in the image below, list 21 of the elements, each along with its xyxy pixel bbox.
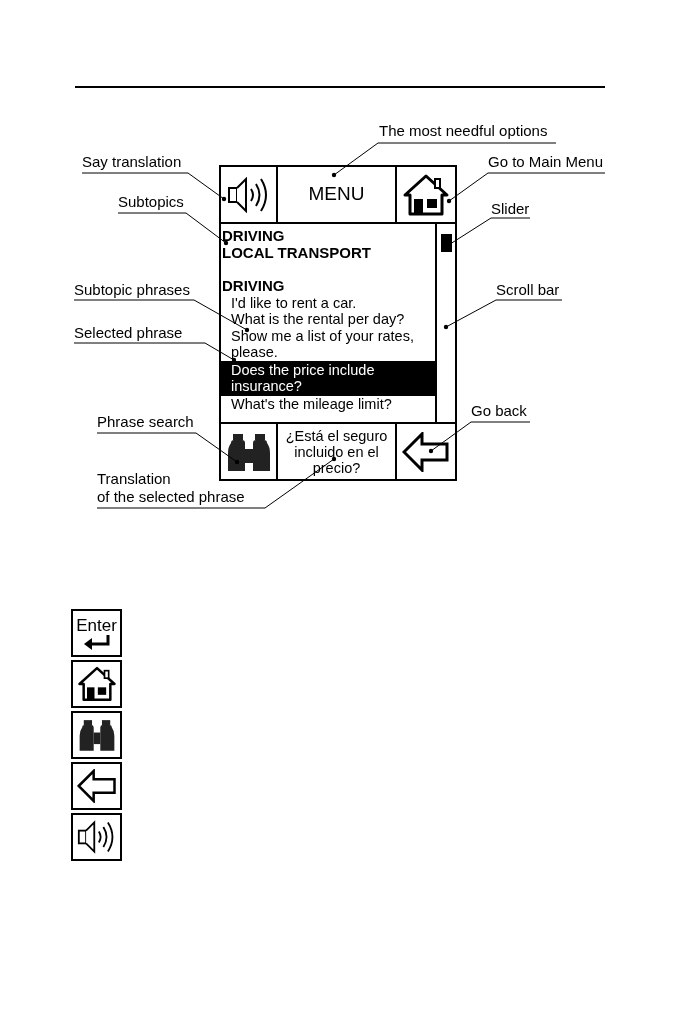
callout-label: The most needful options bbox=[379, 122, 548, 140]
menu-button[interactable]: MENU bbox=[278, 167, 395, 222]
binoculars-icon bbox=[71, 711, 122, 759]
callout-label: Subtopics bbox=[118, 193, 184, 211]
phrase-item[interactable]: Does the price include insurance? bbox=[221, 360, 435, 396]
callout-label: Slider bbox=[491, 200, 530, 218]
section-heading: DRIVING bbox=[221, 278, 286, 295]
speaker-icon bbox=[71, 813, 122, 861]
slider-thumb[interactable] bbox=[440, 234, 452, 252]
callout-label: Selected phrase bbox=[74, 324, 183, 342]
callout-label: Phrase search bbox=[97, 413, 194, 431]
callout-label: Translation of the selected phrase bbox=[97, 470, 245, 506]
callout-label: Scroll bar bbox=[496, 281, 560, 299]
callout-label: Say translation bbox=[82, 153, 182, 171]
callout-label: Go back bbox=[471, 402, 527, 420]
subtopic-item[interactable]: DRIVING bbox=[221, 228, 435, 245]
house-icon bbox=[71, 660, 122, 708]
callout-label: Subtopic phrases bbox=[74, 281, 190, 299]
enter-key-label: Enter bbox=[76, 616, 117, 634]
callout-label: Go to Main Menu bbox=[488, 153, 604, 171]
subtopic-item[interactable]: LOCAL TRANSPORT bbox=[221, 244, 435, 261]
